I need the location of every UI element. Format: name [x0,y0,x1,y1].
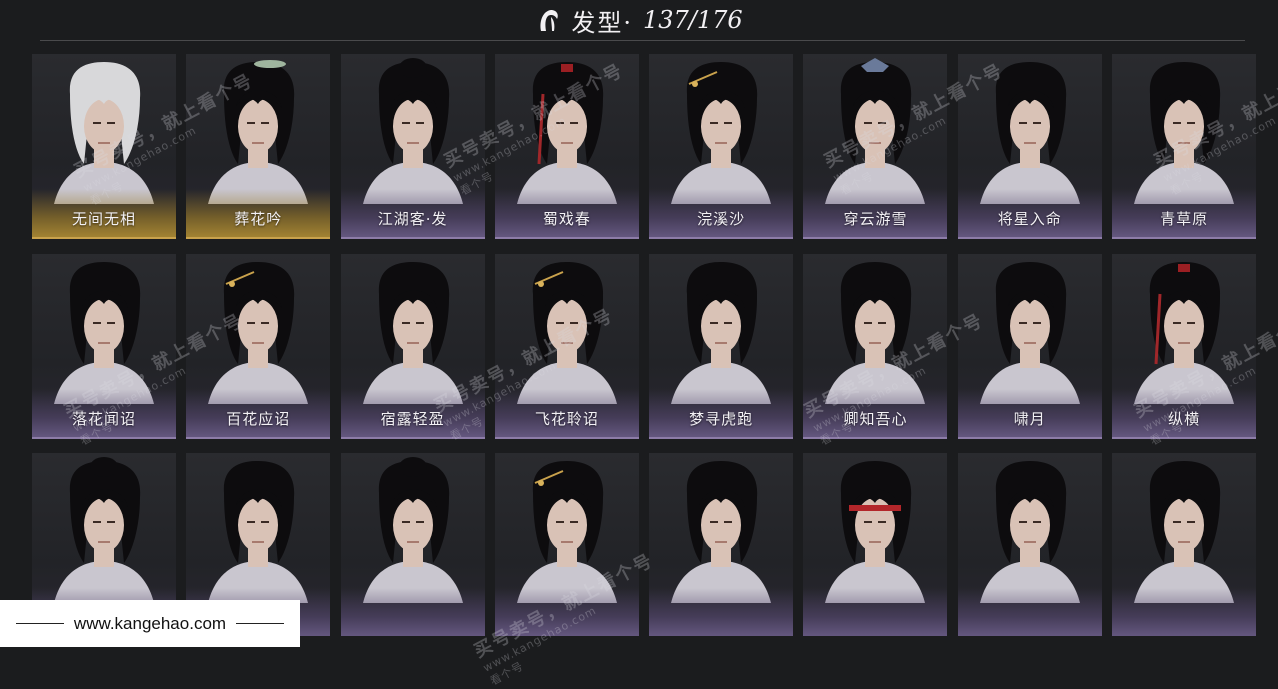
hairstyle-card[interactable]: 卿知吾心 [803,253,948,439]
hairstyle-name: 飞花聆诏 [534,409,599,428]
character-portrait [803,453,947,603]
hairstyle-name: 将星入命 [997,210,1062,228]
character-portrait [1112,54,1256,204]
hairstyle-name: 啸月 [1013,409,1046,428]
character-portrait [495,254,639,404]
label-background [494,588,639,636]
hairstyle-name: 葬花吟 [234,210,283,228]
hairstyle-card[interactable]: 百花应诏 [186,253,331,439]
hairstyle-card[interactable]: 葬花吟 [186,54,331,239]
hairstyle-card[interactable]: 梦寻虎跑 [649,253,794,439]
character-portrait [495,54,639,204]
character-portrait [958,254,1102,404]
hairstyle-card[interactable]: 将星入命 [957,54,1102,239]
character-portrait [1112,254,1256,404]
hairstyle-name: 梦寻虎跑 [689,409,754,428]
character-portrait [803,254,947,404]
site-footer: www.kangehao.com [0,600,300,647]
hairstyle-card[interactable]: 青草原 [1112,54,1257,239]
hairstyle-card[interactable]: 飞花聆诏 [494,253,639,439]
hairstyle-card[interactable]: 蜀戏春 [494,54,639,239]
label-background [1112,588,1257,636]
hairstyle-name: 蜀戏春 [542,210,591,228]
label-background [649,588,794,636]
hair-icon [540,10,559,31]
hairstyle-card[interactable]: 纵横 [1112,253,1257,439]
character-portrait [958,54,1102,204]
hairstyle-card[interactable]: 江湖客·发 [340,54,485,239]
character-portrait [186,54,330,204]
label-background [957,588,1102,636]
character-portrait [32,254,176,404]
hairstyle-name: 无间无相 [71,210,136,228]
hairstyle-name: 江湖客·发 [377,210,448,228]
hairstyle-grid: 无间无相 葬花吟 江湖客·发 蜀戏春 浣溪沙 穿云游雪 将星入命 青草原落花闻诏 百花应诏 宿露轻… [32,54,1257,636]
character-portrait [341,254,485,404]
label-background [340,588,485,636]
hairstyle-card[interactable]: 浣溪沙 [649,54,794,239]
character-portrait [1112,453,1256,603]
collection-count: 137/176 [642,6,743,34]
hairstyle-card[interactable] [340,453,485,636]
character-portrait [958,453,1102,603]
hairstyle-name: 穿云游雪 [843,210,908,228]
hairstyle-card[interactable]: 无间无相 [32,54,176,239]
hairstyle-card[interactable] [803,453,948,636]
footer-url[interactable]: www.kangehao.com [74,614,226,634]
hairstyle-card[interactable] [649,453,794,636]
hairstyle-card[interactable] [494,453,639,636]
character-portrait [495,453,639,603]
footer-divider-right [236,623,285,624]
page-title: 发型· [571,8,633,37]
hairstyle-card[interactable]: 穿云游雪 [803,54,948,239]
character-portrait [649,453,793,603]
hairstyle-card[interactable]: 宿露轻盈 [340,253,485,439]
hairstyle-card[interactable] [957,453,1102,636]
hairstyle-name: 纵横 [1168,409,1201,428]
character-portrait [186,254,330,404]
hairstyle-name: 落花闻诏 [71,409,136,428]
page-header: 发型· 137/176 [0,0,1278,40]
hairstyle-name: 青草原 [1160,210,1209,228]
character-portrait [649,54,793,204]
character-portrait [32,54,176,204]
hairstyle-name: 卿知吾心 [843,409,908,428]
hairstyle-name: 浣溪沙 [697,210,746,228]
character-portrait [32,453,176,603]
hairstyle-card[interactable]: 落花闻诏 [32,253,176,439]
hairstyle-card[interactable] [1112,453,1257,636]
hairstyle-name: 百花应诏 [226,409,291,428]
character-portrait [341,54,485,204]
character-portrait [803,54,947,204]
character-portrait [649,254,793,404]
hairstyle-card[interactable]: 啸月 [957,253,1102,439]
character-portrait [186,453,330,603]
footer-divider-left [15,623,64,624]
hairstyle-name: 宿露轻盈 [380,409,445,428]
label-background [803,588,948,636]
character-portrait [341,453,485,603]
header-divider [40,40,1245,41]
